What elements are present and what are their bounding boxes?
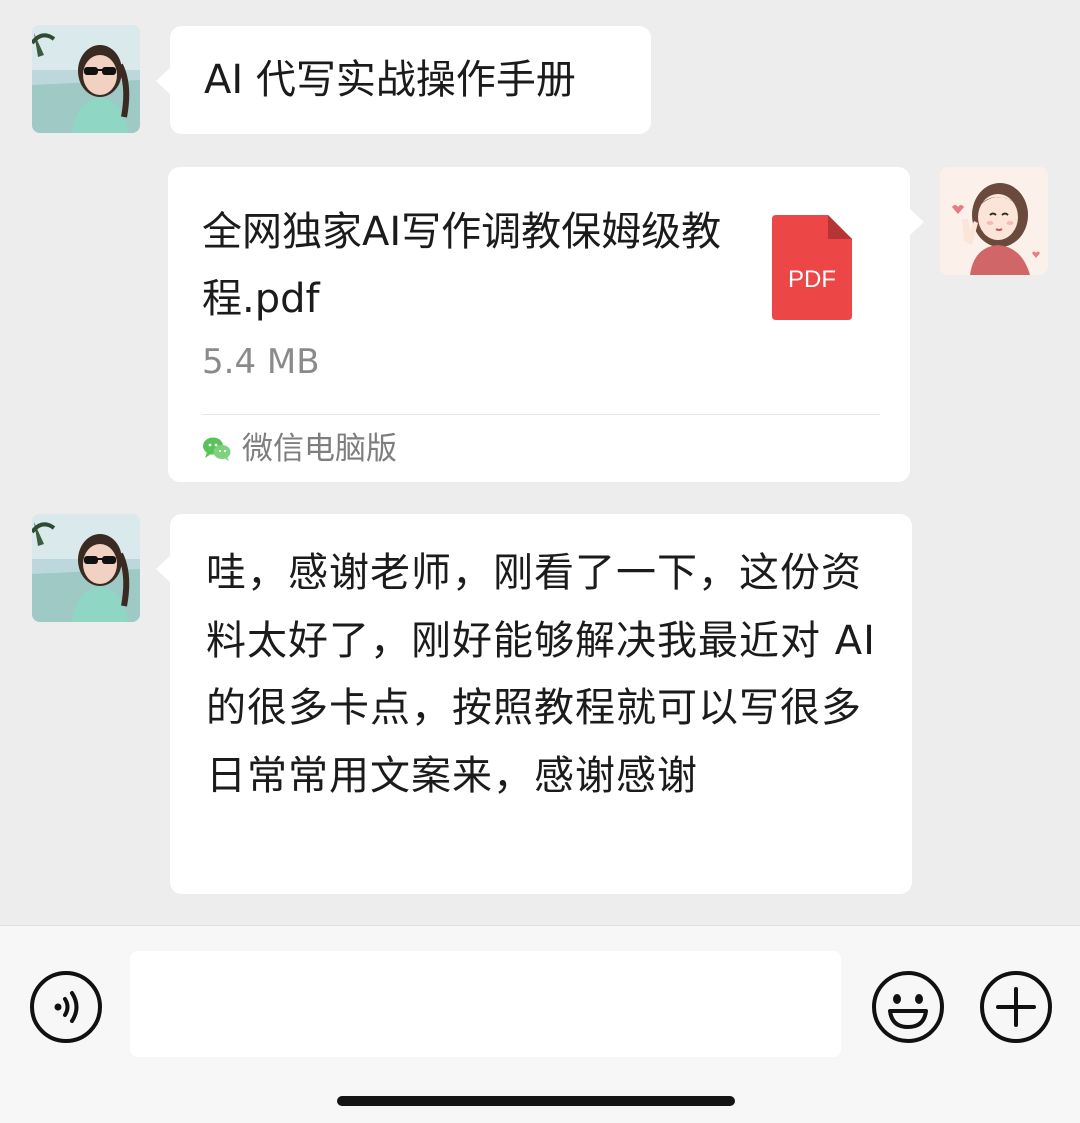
sender-avatar[interactable]: [32, 514, 140, 622]
chat-message-list[interactable]: AI 代写实战操作手册 全网独家AI写作调教保姆级教程.pdf 5.4 MB P…: [0, 0, 1080, 925]
message-text: 哇，感谢老师，刚看了一下，这份资料太好了，刚好能够解决我最近对 AI 的很多卡点…: [206, 550, 876, 799]
sender-avatar[interactable]: [32, 25, 140, 133]
plus-icon[interactable]: [978, 969, 1054, 1045]
source-label: 微信电脑版: [242, 431, 397, 467]
text-message-bubble[interactable]: AI 代写实战操作手册: [156, 26, 651, 134]
file-name: 全网独家AI写作调教保姆级教程.pdf: [202, 209, 722, 322]
file-source: 微信电脑版: [202, 429, 397, 469]
divider: [202, 414, 880, 415]
input-bar: [0, 925, 1080, 1123]
message-input[interactable]: [130, 951, 841, 1057]
message-text: AI 代写实战操作手册: [204, 57, 576, 103]
wechat-icon: [203, 437, 231, 461]
pdf-badge-label: PDF: [788, 266, 836, 293]
file-size: 5.4 MB: [202, 342, 320, 382]
self-avatar[interactable]: [940, 167, 1048, 275]
text-message-bubble[interactable]: 哇，感谢老师，刚看了一下，这份资料太好了，刚好能够解决我最近对 AI 的很多卡点…: [156, 514, 912, 894]
emoji-icon[interactable]: [870, 969, 946, 1045]
home-indicator: [337, 1096, 735, 1106]
pdf-file-icon: PDF: [772, 215, 852, 320]
file-message-bubble[interactable]: 全网独家AI写作调教保姆级教程.pdf 5.4 MB PDF 微信电脑版: [168, 167, 924, 482]
voice-input-icon[interactable]: [28, 969, 104, 1045]
